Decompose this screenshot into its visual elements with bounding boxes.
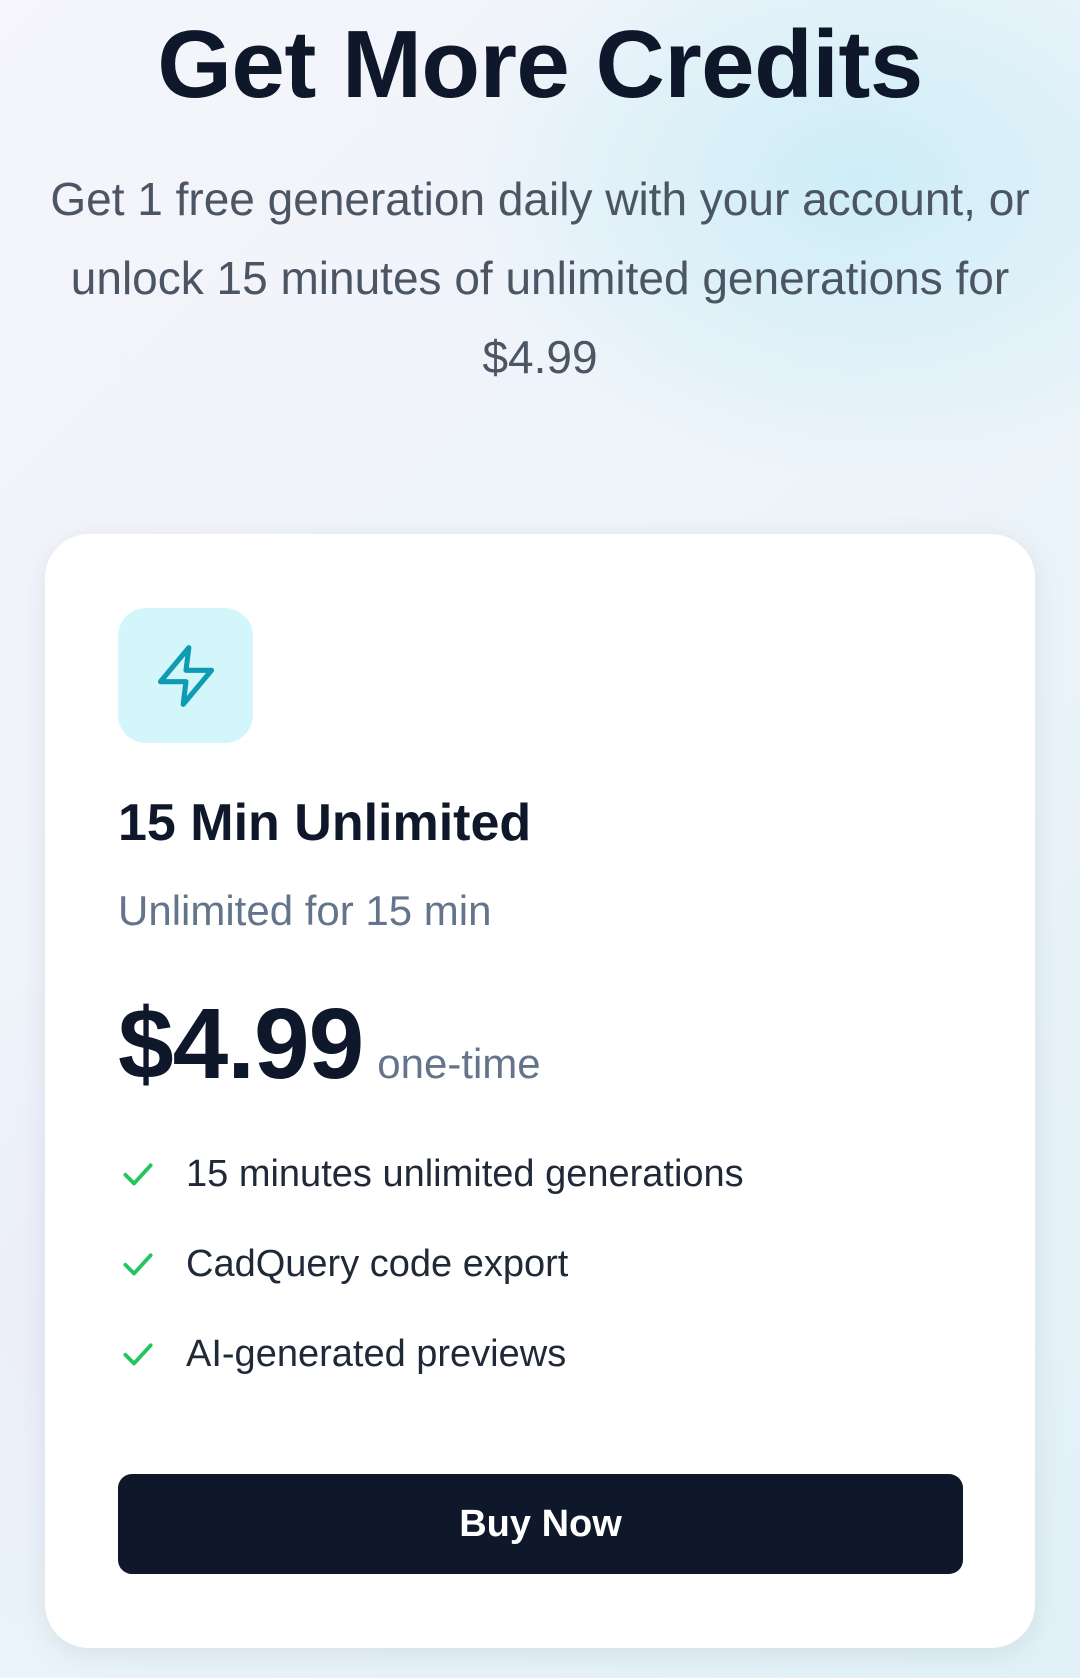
page-subtitle: Get 1 free generation daily with your ac… bbox=[50, 173, 1030, 383]
feature-item: AI-generated previews bbox=[118, 1324, 566, 1384]
check-icon bbox=[118, 1334, 158, 1374]
plan-description: Unlimited for 15 min bbox=[118, 887, 492, 934]
pricing-card: 15 Min Unlimited Unlimited for 15 min $4… bbox=[45, 534, 1035, 1648]
buy-now-button[interactable]: Buy Now bbox=[118, 1474, 963, 1574]
check-icon bbox=[118, 1244, 158, 1284]
feature-text: 15 minutes unlimited generations bbox=[186, 1152, 744, 1195]
plan-price: $4.99 bbox=[118, 988, 364, 1100]
page-title: Get More Credits bbox=[157, 11, 923, 118]
feature-text: CadQuery code export bbox=[186, 1242, 569, 1285]
lightning-bolt-icon bbox=[157, 644, 214, 707]
feature-item: CadQuery code export bbox=[118, 1234, 568, 1294]
feature-text: AI-generated previews bbox=[186, 1332, 567, 1375]
check-icon bbox=[118, 1154, 158, 1194]
plan-name: 15 Min Unlimited bbox=[118, 794, 532, 852]
plan-icon-tile bbox=[118, 608, 253, 743]
price-row: $4.99 one-time bbox=[118, 984, 541, 1104]
price-note: one-time bbox=[377, 1040, 541, 1087]
feature-item: 15 minutes unlimited generations bbox=[118, 1144, 744, 1204]
